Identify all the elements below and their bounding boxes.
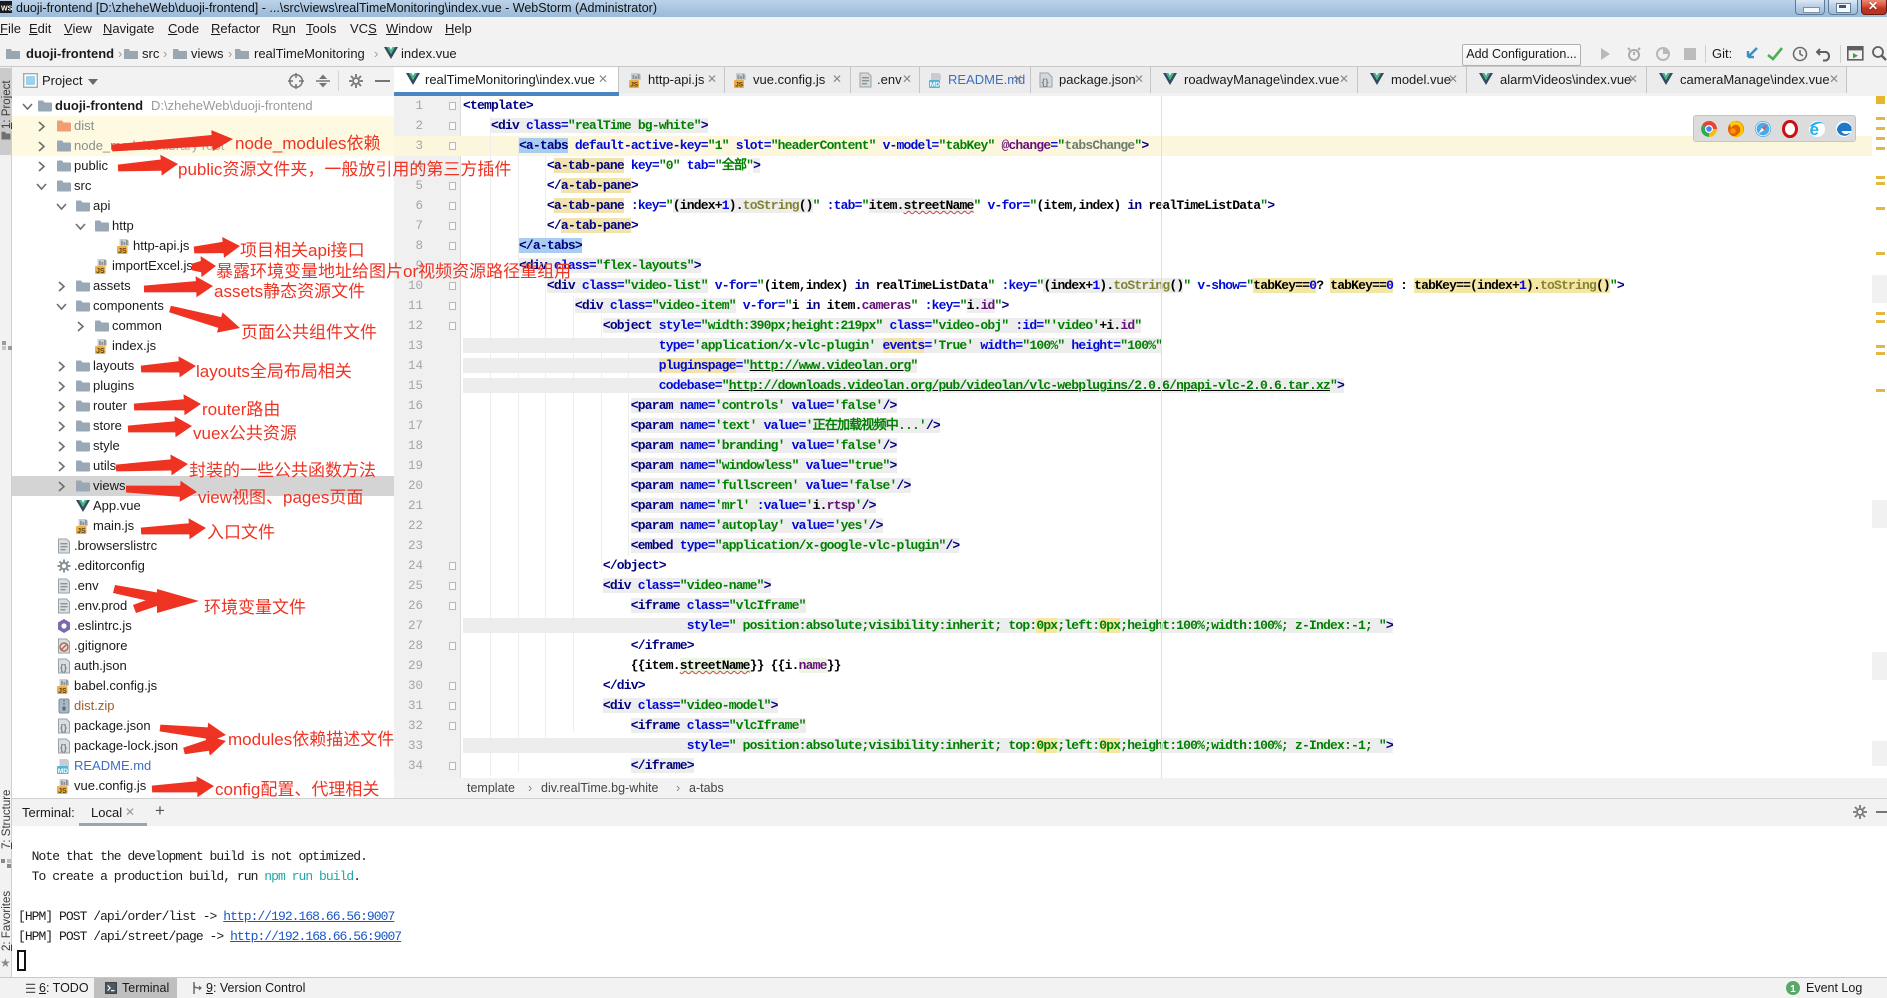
svg-text:{}: {} <box>1042 77 1050 87</box>
svg-text:1: 1 <box>1790 984 1796 995</box>
svg-text:JS: JS <box>735 82 744 88</box>
svg-text:WS: WS <box>1 6 13 13</box>
svg-text:MD: MD <box>930 82 940 88</box>
svg-text:JS: JS <box>630 82 639 88</box>
